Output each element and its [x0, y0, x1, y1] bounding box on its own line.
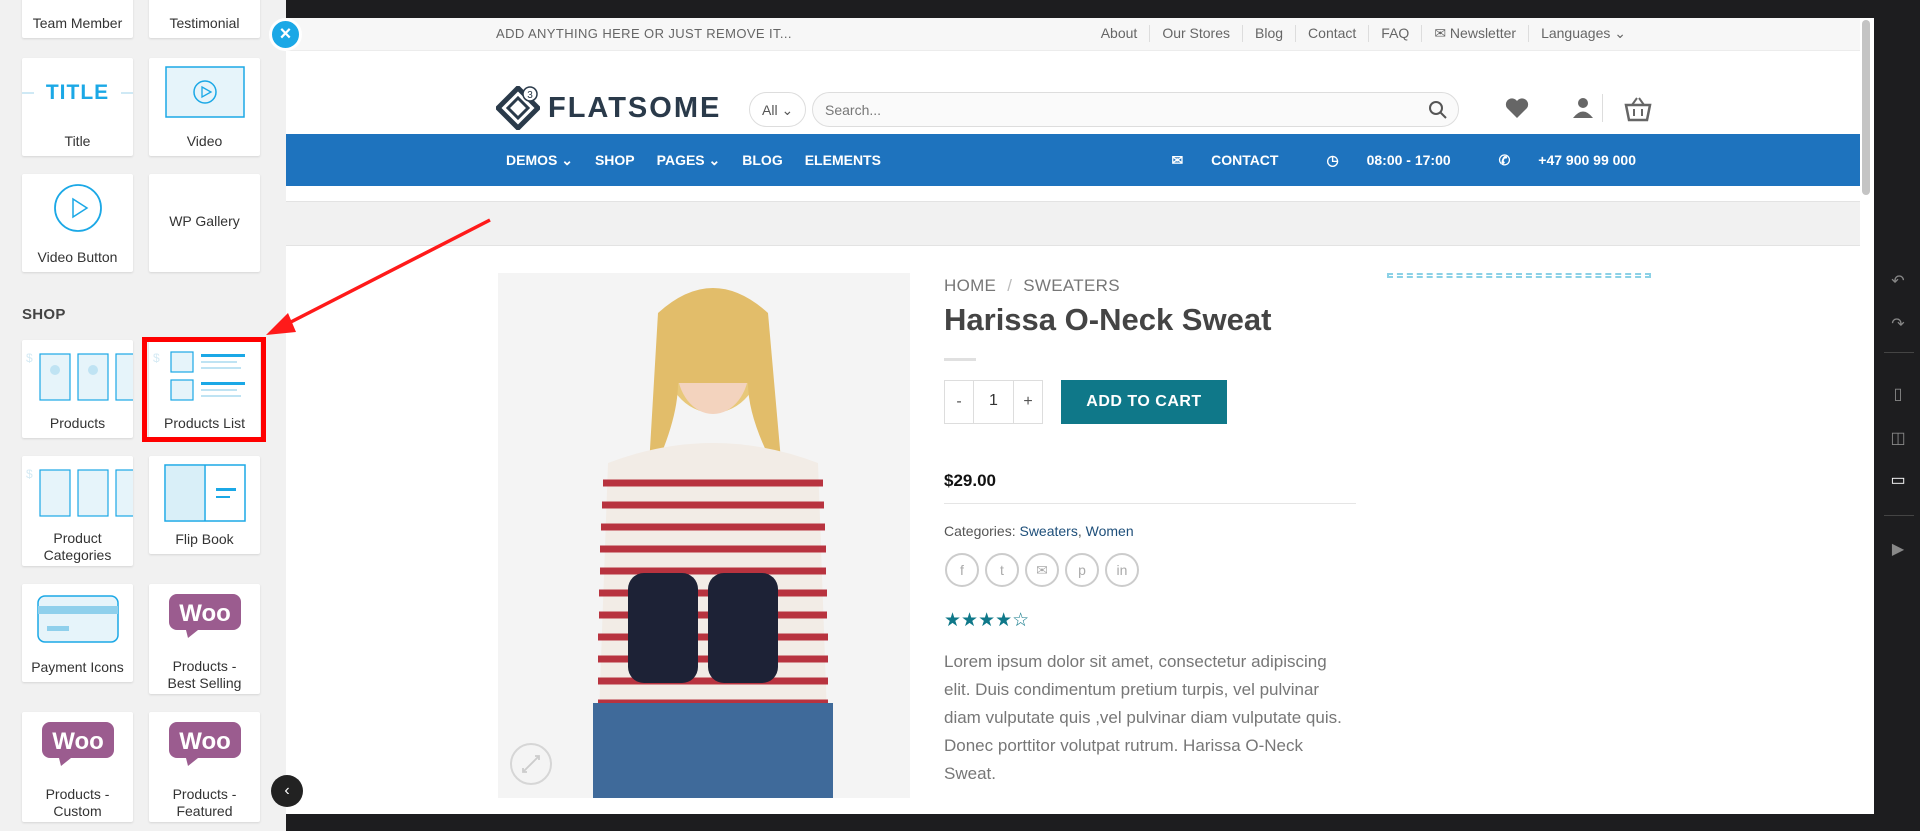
collapse-button[interactable]: ‹: [271, 775, 303, 807]
annotation-arrow: [266, 218, 491, 335]
close-panel-button[interactable]: ×: [269, 18, 302, 51]
